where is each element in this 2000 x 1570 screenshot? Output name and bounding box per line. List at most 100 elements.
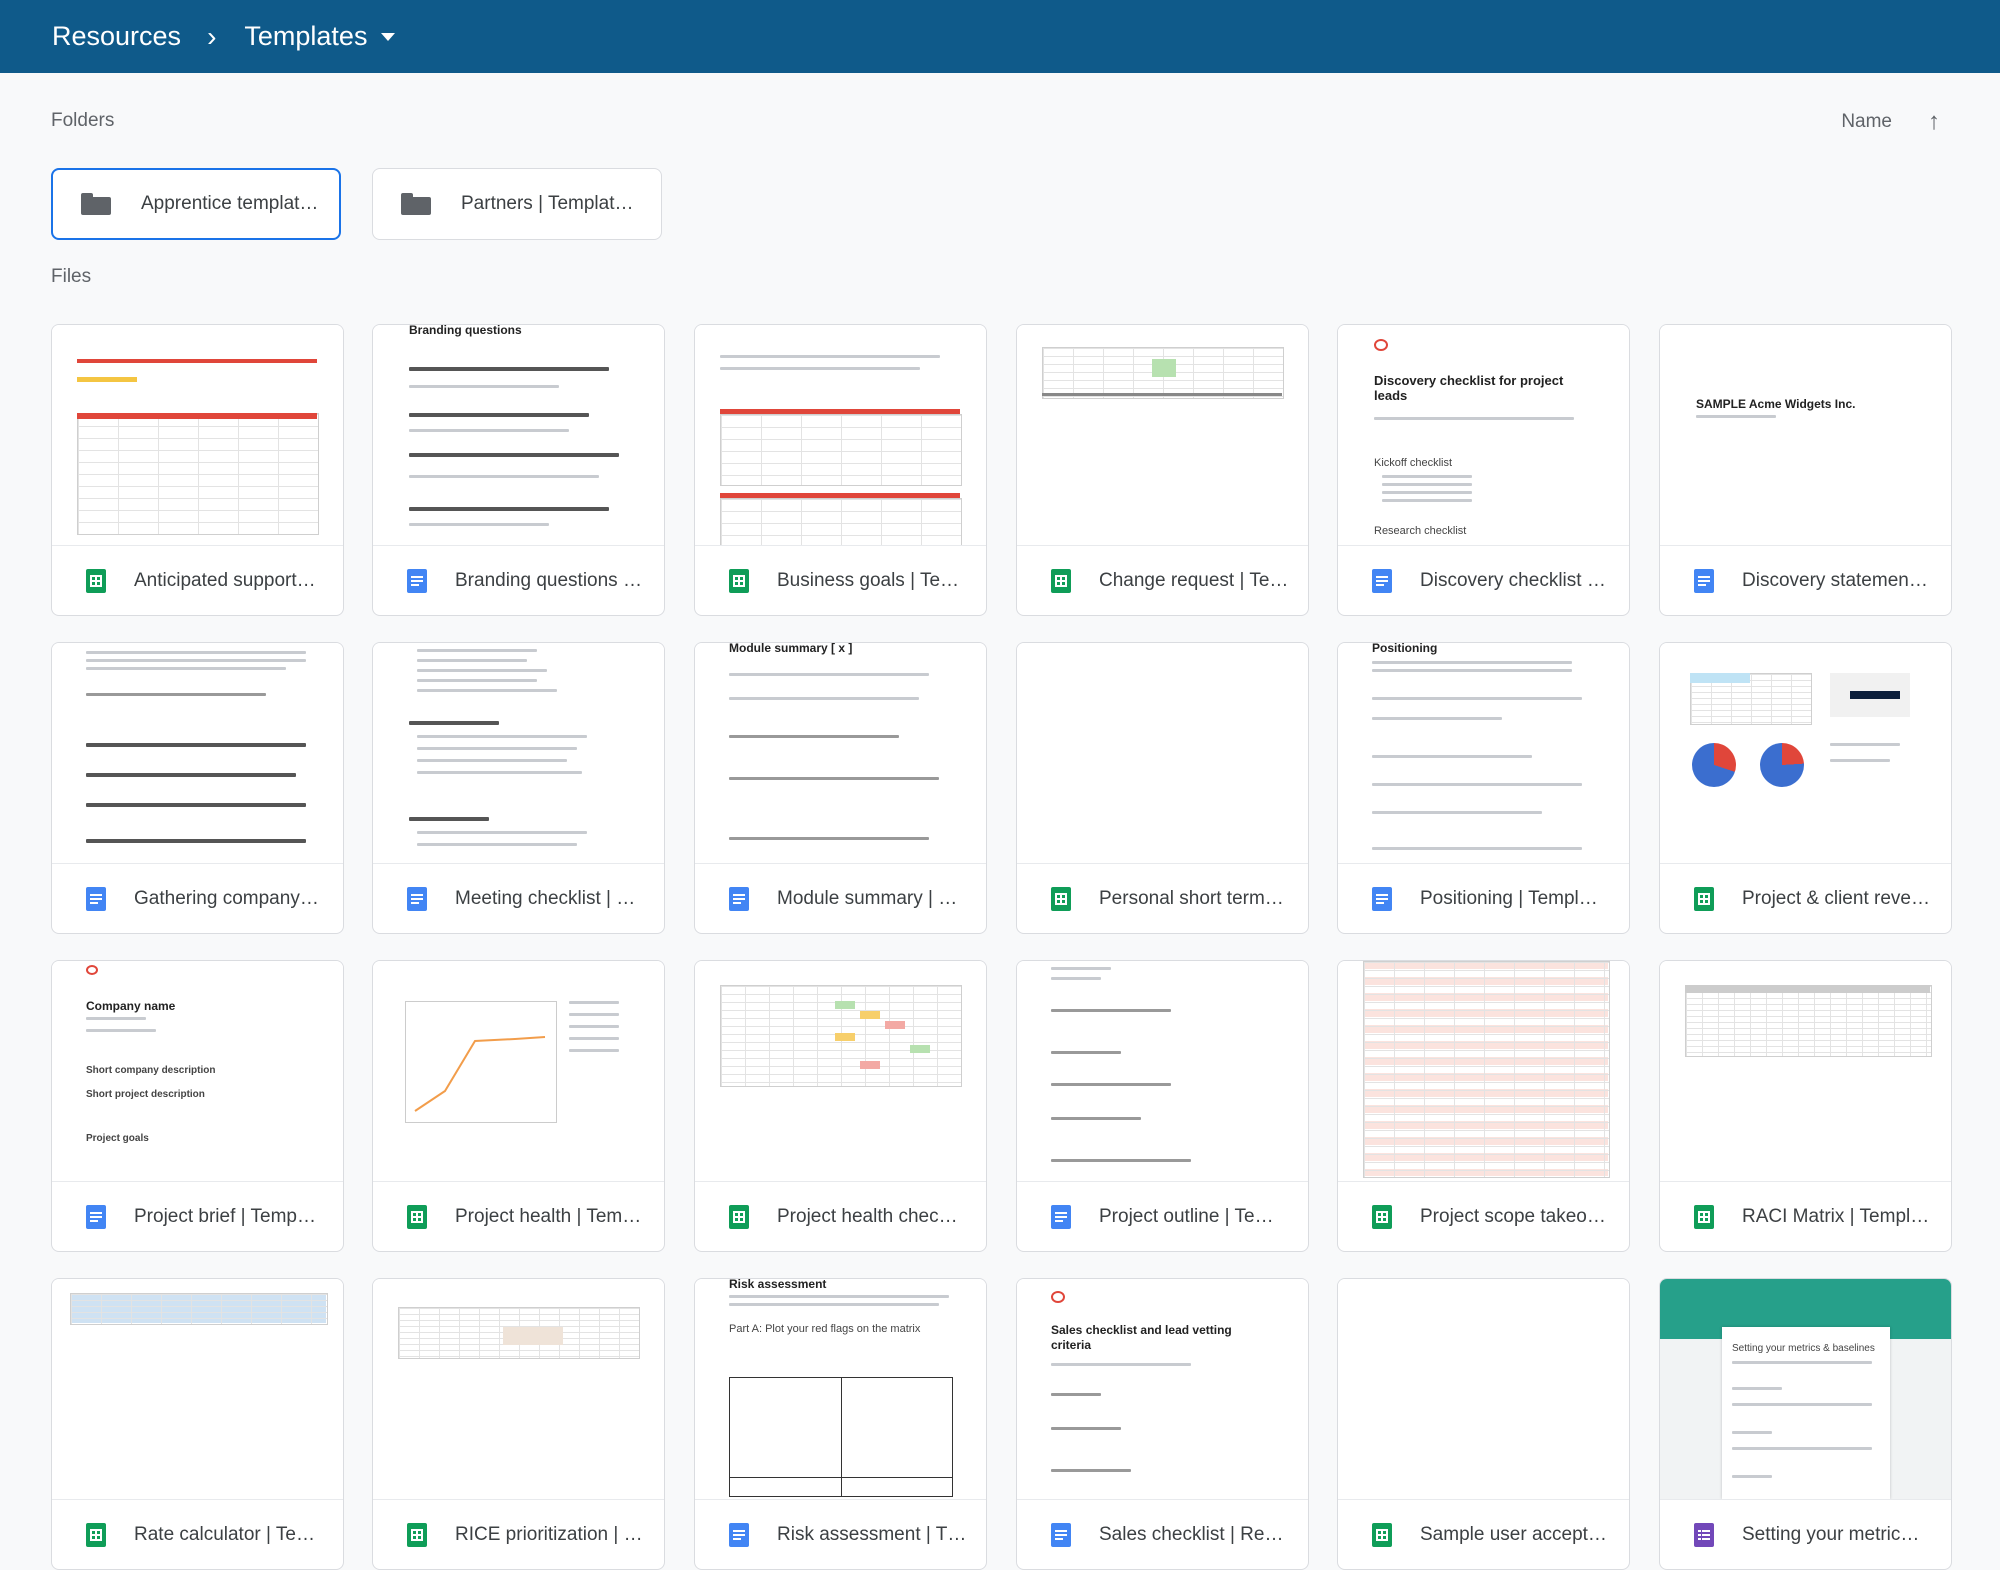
breadcrumb-current[interactable]: Templates [244, 21, 367, 52]
file-card[interactable]: Sales checklist and lead vetting criteri… [1016, 1278, 1309, 1570]
thumb-subheading: Research checklist [1374, 525, 1467, 537]
thumb-heading: Sales checklist and lead vetting criteri… [1051, 1323, 1232, 1352]
file-card[interactable]: Project health | Tem… [372, 960, 665, 1252]
sheets-icon [1051, 887, 1071, 911]
sort-control[interactable]: Name ↑ [1841, 108, 1940, 136]
chevron-down-icon[interactable] [381, 32, 396, 41]
file-thumbnail [695, 961, 986, 1182]
file-card[interactable]: Rate calculator | Te… [51, 1278, 344, 1570]
file-name: Project & client reve… [1742, 888, 1930, 909]
folder-icon [81, 193, 111, 215]
file-thumbnail [1017, 325, 1308, 546]
docs-icon [1694, 569, 1714, 593]
file-card[interactable]: Positioning Positioning | Templ… [1337, 642, 1630, 934]
file-thumbnail [373, 1279, 664, 1500]
file-card[interactable]: Branding questions Branding questions … [372, 324, 665, 616]
file-card[interactable]: Project scope takeo… [1337, 960, 1630, 1252]
folder-icon [401, 193, 431, 215]
folder-item[interactable]: Partners | Templat… [372, 168, 662, 240]
sheets-icon [407, 1205, 427, 1229]
file-thumbnail: Risk assessment Part A: Plot your red fl… [695, 1279, 986, 1500]
file-name: Project outline | Te… [1099, 1206, 1274, 1227]
docs-icon [86, 1205, 106, 1229]
file-thumbnail: Branding questions [373, 325, 664, 546]
file-card[interactable]: Company name Short company description S… [51, 960, 344, 1252]
file-thumbnail: Setting your metrics & baselines [1660, 1279, 1951, 1500]
file-thumbnail [695, 325, 986, 546]
file-card[interactable]: Risk assessment Part A: Plot your red fl… [694, 1278, 987, 1570]
file-thumbnail [1338, 961, 1629, 1182]
file-name: Business goals | Te… [777, 570, 960, 591]
thumb-heading: Risk assessment [729, 1279, 827, 1291]
file-thumbnail [52, 643, 343, 864]
line-chart-thumbnail [414, 1036, 546, 1112]
thumb-subheading: Project goals [86, 1133, 149, 1144]
sheets-icon [729, 569, 749, 593]
file-thumbnail: Sales checklist and lead vetting criteri… [1017, 1279, 1308, 1500]
file-card[interactable]: Personal short term… [1016, 642, 1309, 934]
thumb-heading: Discovery checklist for project leads [1374, 373, 1564, 403]
file-thumbnail: Positioning [1338, 643, 1629, 864]
file-name: Change request | Te… [1099, 570, 1289, 591]
folder-name: Apprentice templat… [141, 193, 319, 214]
docs-icon [1372, 569, 1392, 593]
docs-icon [729, 1523, 749, 1547]
file-thumbnail [1017, 643, 1308, 864]
file-card[interactable]: Project & client reve… [1659, 642, 1952, 934]
file-thumbnail: Module summary [ x ] [695, 643, 986, 864]
sheets-icon [1051, 569, 1071, 593]
sheets-icon [1372, 1205, 1392, 1229]
file-card[interactable]: SAMPLE Acme Widgets Inc. Discovery state… [1659, 324, 1952, 616]
file-name: Discovery statemen… [1742, 570, 1928, 591]
file-name: Positioning | Templ… [1420, 888, 1598, 909]
file-card[interactable]: Project outline | Te… [1016, 960, 1309, 1252]
thumb-heading: Positioning [1372, 643, 1438, 655]
file-thumbnail [1660, 961, 1951, 1182]
sheets-icon [729, 1205, 749, 1229]
docs-icon [729, 887, 749, 911]
docs-icon [1051, 1205, 1071, 1229]
docs-icon [407, 569, 427, 593]
file-name: Branding questions … [455, 570, 642, 591]
folder-item[interactable]: Apprentice templat… [51, 168, 341, 240]
forms-icon [1694, 1523, 1714, 1547]
file-name: Rate calculator | Te… [134, 1524, 315, 1545]
docs-icon [1372, 887, 1392, 911]
file-card[interactable]: RACI Matrix | Templ… [1659, 960, 1952, 1252]
file-name: Project brief | Temp… [134, 1206, 316, 1227]
thumb-heading: Module summary [ x ] [729, 643, 853, 655]
file-card[interactable]: Project health chec… [694, 960, 987, 1252]
top-bar: Resources › Templates [0, 0, 2000, 73]
file-name: Gathering company… [134, 888, 319, 909]
file-name: Setting your metric… [1742, 1524, 1920, 1545]
thumb-subheading: Setting your metrics & baselines [1732, 1343, 1875, 1354]
breadcrumb-root[interactable]: Resources [52, 21, 181, 52]
file-card[interactable]: Discovery checklist for project leads Ki… [1337, 324, 1630, 616]
file-thumbnail [373, 643, 664, 864]
file-name: Discovery checklist … [1420, 570, 1606, 591]
file-card[interactable]: Meeting checklist | … [372, 642, 665, 934]
file-name: Meeting checklist | … [455, 888, 636, 909]
sheets-icon [407, 1523, 427, 1547]
file-card[interactable]: Sample user accept… [1337, 1278, 1630, 1570]
arrow-up-icon[interactable]: ↑ [1928, 108, 1940, 136]
sheets-icon [86, 1523, 106, 1547]
folder-name: Partners | Templat… [461, 193, 634, 214]
thumb-heading: SAMPLE Acme Widgets Inc. [1696, 397, 1856, 411]
file-name: RACI Matrix | Templ… [1742, 1206, 1930, 1227]
file-card[interactable]: Gathering company… [51, 642, 344, 934]
file-card[interactable]: Module summary [ x ] Module summary | … [694, 642, 987, 934]
file-card[interactable]: RICE prioritization | … [372, 1278, 665, 1570]
file-card[interactable]: Setting your metrics & baselines Setting… [1659, 1278, 1952, 1570]
thumb-subheading: Short project description [86, 1089, 205, 1100]
file-thumbnail: Company name Short company description S… [52, 961, 343, 1182]
file-card[interactable]: Business goals | Te… [694, 324, 987, 616]
sort-label[interactable]: Name [1841, 111, 1892, 133]
file-card[interactable]: Anticipated support… [51, 324, 344, 616]
file-thumbnail [1660, 643, 1951, 864]
file-card[interactable]: Change request | Te… [1016, 324, 1309, 616]
file-name: Risk assessment | T… [777, 1524, 967, 1545]
docs-icon [1051, 1523, 1071, 1547]
file-thumbnail: SAMPLE Acme Widgets Inc. [1660, 325, 1951, 546]
file-thumbnail [52, 1279, 343, 1500]
